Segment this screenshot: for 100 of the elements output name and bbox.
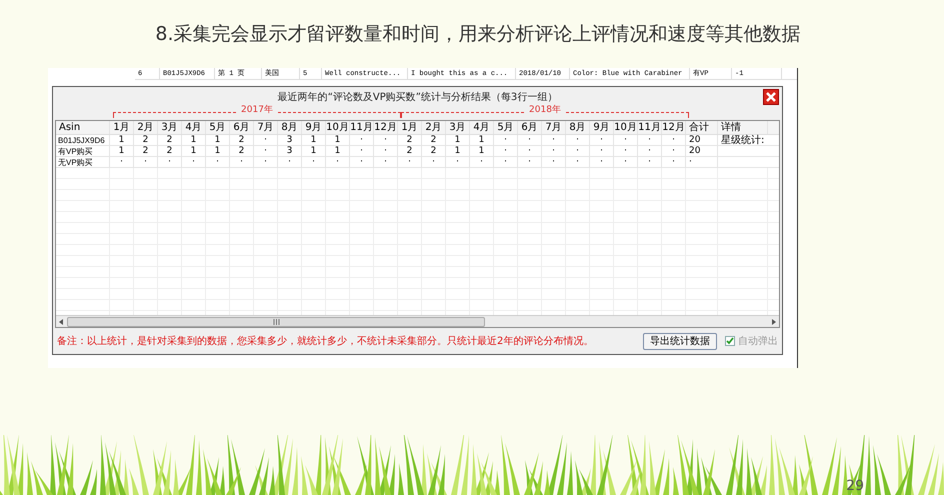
close-icon	[766, 92, 776, 102]
row-label: 无VP购买	[56, 157, 110, 167]
table-cell: 2	[422, 146, 446, 156]
table-cell: ·	[662, 135, 686, 145]
column-header: 11月	[638, 121, 662, 134]
table-cell: 1	[446, 146, 470, 156]
table-cell: ·	[638, 135, 662, 145]
row-label: B01J5JX9D6	[56, 135, 110, 145]
table-cell: 1	[302, 146, 326, 156]
left-arrow-icon	[59, 318, 64, 324]
table-cell: ·	[254, 146, 278, 156]
table-cell: ·	[350, 157, 374, 167]
table-cell: ·	[494, 135, 518, 145]
column-header: 详情	[718, 121, 768, 134]
grip-icon	[272, 318, 280, 324]
column-header: 2月	[134, 121, 158, 134]
column-header: 7月	[542, 121, 566, 134]
table-cell: ·	[542, 135, 566, 145]
note-text: 备注：以上统计，是针对采集到的数据，您采集多少，就统计多少，不统计未采集部分。只统计最近2年的评论分布情况。	[57, 334, 594, 348]
table-cell: 1	[446, 135, 470, 145]
table-cell: 1	[110, 135, 134, 145]
table-cell: 2	[398, 135, 422, 145]
export-button[interactable]: 导出统计数据	[643, 332, 717, 350]
column-header: 9月	[302, 121, 326, 134]
table-cell: 1	[470, 146, 494, 156]
table-cell: ·	[254, 157, 278, 167]
table-cell: ·	[590, 157, 614, 167]
table-cell: ·	[614, 135, 638, 145]
column-header: 1月	[110, 121, 134, 134]
table-cell: 20	[686, 146, 718, 156]
table-cell: 3	[278, 146, 302, 156]
column-header: 7月	[254, 121, 278, 134]
table-cell: ·	[230, 157, 254, 167]
table-cell: 1	[182, 135, 206, 145]
row-label: 有VP购买	[56, 146, 110, 156]
table-cell: ·	[494, 157, 518, 167]
table-cell: 1	[206, 135, 230, 145]
table-cell: 2	[230, 135, 254, 145]
table-cell: 1	[206, 146, 230, 156]
table-cell: ·	[326, 157, 350, 167]
column-header: 10月	[326, 121, 350, 134]
close-button[interactable]	[763, 89, 779, 105]
dialog-title: 最近两年的“评论数及VP购买数”统计与分析结果（每3行一组）	[278, 90, 558, 104]
table-cell: ·	[566, 135, 590, 145]
column-header: 合计	[686, 121, 718, 134]
table-cell: ·	[422, 157, 446, 167]
column-header: 5月	[206, 121, 230, 134]
column-header: 8月	[278, 121, 302, 134]
table-cell: ·	[662, 146, 686, 156]
table-cell: ·	[446, 157, 470, 167]
table-cell: ·	[686, 157, 718, 167]
table-cell: 1	[302, 135, 326, 145]
column-header: 10月	[614, 121, 638, 134]
table-cell: ·	[662, 157, 686, 167]
table-cell-text: 星级统计:	[720, 135, 766, 145]
column-header: 9月	[590, 121, 614, 134]
column-header: 5月	[494, 121, 518, 134]
table-cell: 2	[230, 146, 254, 156]
table-cell: ·	[302, 157, 326, 167]
table-cell: ·	[374, 157, 398, 167]
table-cell: ·	[566, 146, 590, 156]
table-cell: 20	[686, 135, 718, 145]
table-cell: 2	[134, 146, 158, 156]
column-header: 12月	[662, 121, 686, 134]
table-cell: 2	[422, 135, 446, 145]
table-cell: 1	[470, 135, 494, 145]
column-header: Asin	[56, 121, 110, 134]
column-header: 4月	[182, 121, 206, 134]
table-cell: ·	[374, 146, 398, 156]
table-cell: ·	[374, 135, 398, 145]
table-cell: ·	[590, 135, 614, 145]
table-cell: ·	[518, 157, 542, 167]
column-header: 6月	[518, 121, 542, 134]
table-cell: ·	[182, 157, 206, 167]
table-cell: ·	[350, 146, 374, 156]
table-cell: ·	[566, 157, 590, 167]
table-cell: ·	[614, 157, 638, 167]
table-cell: ·	[494, 146, 518, 156]
column-header: 4月	[470, 121, 494, 134]
table-cell: ·	[158, 157, 182, 167]
table-cell: 3	[278, 135, 302, 145]
table-cell: ·	[206, 157, 230, 167]
table-cell: ·	[518, 135, 542, 145]
table-cell: 1	[182, 146, 206, 156]
table-cell: ·	[398, 157, 422, 167]
scrollbar-thumb[interactable]	[67, 316, 485, 326]
table-cell: ·	[278, 157, 302, 167]
table-cell: ·	[638, 157, 662, 167]
table-cell: 1	[326, 146, 350, 156]
column-header: 12月	[374, 121, 398, 134]
horizontal-scrollbar[interactable]	[56, 315, 779, 327]
column-header: 6月	[230, 121, 254, 134]
table-cell: ·	[470, 157, 494, 167]
column-header: 3月	[446, 121, 470, 134]
table-cell: 2	[134, 135, 158, 145]
table-cell: 2	[398, 146, 422, 156]
column-header: 1月	[398, 121, 422, 134]
table-cell: ·	[518, 146, 542, 156]
table-cell: 1	[326, 135, 350, 145]
table-cell: 1	[110, 146, 134, 156]
